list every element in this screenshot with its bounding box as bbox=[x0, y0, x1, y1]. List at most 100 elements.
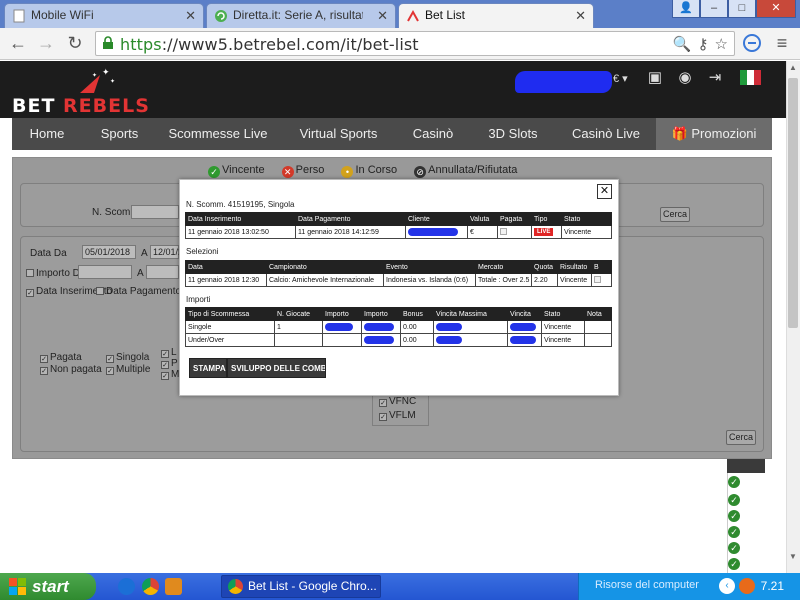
media-player-icon[interactable] bbox=[165, 578, 182, 595]
singola-filter[interactable]: ✓ Singola bbox=[106, 352, 149, 363]
start-button[interactable]: start bbox=[0, 573, 96, 600]
nav-sports[interactable]: Sports bbox=[82, 118, 157, 150]
nav-3d-slots[interactable]: 3D Slots bbox=[468, 118, 558, 150]
importo-da-input[interactable] bbox=[78, 265, 132, 279]
maximize-button[interactable]: □ bbox=[728, 0, 756, 18]
system-tray: Risorse del computer ‹ 7.21 bbox=[578, 573, 800, 600]
importo-a-input[interactable] bbox=[146, 265, 179, 279]
logout-icon[interactable]: ⇥ bbox=[706, 69, 724, 87]
col-header: Stato bbox=[561, 212, 612, 226]
multiple-filter[interactable]: ✓ Multiple bbox=[106, 364, 150, 375]
close-icon[interactable]: ✕ bbox=[575, 8, 586, 24]
non-pagata-filter[interactable]: ✓ Non pagata bbox=[40, 364, 102, 375]
cashier-icon[interactable]: ▣ bbox=[646, 69, 664, 87]
italian-flag-icon[interactable] bbox=[740, 70, 761, 85]
checkbox-checked[interactable]: ✓ bbox=[40, 367, 48, 375]
pagata-label: Pagata bbox=[50, 352, 82, 363]
cell-importo bbox=[361, 333, 401, 347]
checkbox-checked[interactable]: ✓ bbox=[161, 361, 169, 369]
chrome-icon[interactable] bbox=[142, 578, 159, 595]
nav-virtual-sports[interactable]: Virtual Sports bbox=[279, 118, 398, 150]
nav-casino[interactable]: Casinò bbox=[398, 118, 468, 150]
checkbox[interactable] bbox=[26, 269, 34, 277]
star-icon[interactable]: ☆ bbox=[715, 36, 728, 53]
extension-sync-icon[interactable] bbox=[742, 33, 762, 53]
internet-explorer-icon[interactable] bbox=[118, 578, 135, 595]
nav-promozioni-label: Promozioni bbox=[691, 126, 757, 141]
importo-da-filter[interactable]: Importo Da bbox=[26, 268, 85, 279]
nav-promozioni[interactable]: 🎁 Promozioni bbox=[656, 118, 772, 150]
nav-home[interactable]: Home bbox=[12, 118, 82, 150]
reload-icon[interactable]: ↻ bbox=[63, 33, 87, 54]
cell-giocate: 1 bbox=[274, 320, 323, 334]
check-icon: ✓ bbox=[728, 558, 740, 570]
cell-pagata bbox=[497, 225, 532, 239]
scroll-down-icon[interactable]: ▼ bbox=[786, 550, 800, 564]
logo-rebels: REBELS bbox=[63, 95, 150, 117]
checkbox[interactable] bbox=[96, 287, 104, 295]
tab-diretta[interactable]: Diretta.it: Serie A, risultati calcio ✕ bbox=[206, 3, 396, 28]
legend-label: In Corso bbox=[355, 164, 398, 176]
scrollbar-thumb[interactable] bbox=[788, 78, 798, 328]
tab-title: Diretta.it: Serie A, risultati calcio bbox=[233, 8, 363, 22]
importo-a-label: A bbox=[137, 268, 144, 279]
user-profile-icon[interactable]: 👤 bbox=[672, 0, 700, 18]
n-scomm-input[interactable] bbox=[131, 205, 179, 219]
tray-app-icon[interactable] bbox=[739, 578, 755, 594]
close-icon[interactable]: ✕ bbox=[377, 8, 388, 24]
currency-dropdown[interactable]: € ▾ bbox=[613, 72, 628, 85]
type-filter-p[interactable]: ✓ P bbox=[161, 358, 178, 369]
tab-mobile-wifi[interactable]: Mobile WiFi ✕ bbox=[4, 3, 204, 28]
back-arrow-icon[interactable]: ← bbox=[6, 33, 30, 54]
type-filter-m[interactable]: ✓ M bbox=[161, 369, 179, 380]
scroll-up-icon[interactable]: ▲ bbox=[786, 61, 800, 75]
checkbox-checked[interactable]: ✓ bbox=[379, 399, 387, 407]
address-bar[interactable]: https://www5.betrebel.com/it/bet-list 🔍 ⚷… bbox=[95, 31, 735, 56]
tray-text[interactable]: Risorse del computer bbox=[595, 579, 699, 591]
close-icon[interactable]: ✕ bbox=[185, 8, 196, 24]
cell-data-inserimento: 11 gennaio 2018 13:02:50 bbox=[185, 225, 296, 239]
menu-icon[interactable]: ≡ bbox=[770, 33, 794, 54]
tab-bet-list[interactable]: Bet List ✕ bbox=[398, 3, 594, 28]
data-da-input[interactable]: 05/01/2018 bbox=[82, 245, 136, 259]
zoom-icon[interactable]: 🔍 bbox=[673, 36, 692, 53]
checkbox-checked[interactable]: ✓ bbox=[26, 289, 34, 297]
checkbox-checked[interactable]: ✓ bbox=[40, 355, 48, 363]
filter-cerca-button[interactable]: Cerca bbox=[726, 430, 756, 445]
checkbox-checked[interactable]: ✓ bbox=[161, 372, 169, 380]
checkbox-checked[interactable]: ✓ bbox=[106, 355, 114, 363]
stampa-button[interactable]: STAMPA bbox=[189, 358, 227, 378]
cell-vincita-massima bbox=[433, 333, 508, 347]
checkbox-checked[interactable]: ✓ bbox=[379, 413, 387, 421]
legend-annullata: ⊘ Annullata/Rifiutata bbox=[414, 164, 517, 178]
type-filter-l[interactable]: ✓ L bbox=[161, 347, 177, 358]
account-icon[interactable]: ◉ bbox=[676, 69, 694, 87]
tray-expand-icon[interactable]: ‹ bbox=[719, 578, 735, 594]
cell-importo bbox=[322, 333, 362, 347]
vflm-filter[interactable]: ✓ VFLM bbox=[379, 410, 416, 421]
key-icon[interactable]: ⚷ bbox=[698, 36, 709, 53]
data-a-input[interactable]: 12/01/20 bbox=[150, 245, 188, 259]
data-pagamento-filter[interactable]: Data Pagamento bbox=[96, 286, 181, 297]
betrebels-favicon-icon bbox=[407, 9, 419, 22]
sviluppo-combinazioni-button[interactable]: SVILUPPO DELLE COMBINAZIONI bbox=[227, 358, 326, 378]
nav-scommesse-live[interactable]: Scommesse Live bbox=[157, 118, 279, 150]
window-close-button[interactable]: ✕ bbox=[756, 0, 796, 18]
cell-giocate bbox=[274, 333, 323, 347]
search-cerca-button[interactable]: Cerca bbox=[660, 207, 690, 222]
a-label: A bbox=[141, 248, 148, 259]
checkbox-checked[interactable]: ✓ bbox=[106, 367, 114, 375]
vfnc-filter[interactable]: ✓ VFNC bbox=[379, 396, 416, 407]
taskbar-chrome-window[interactable]: Bet List - Google Chro... bbox=[221, 575, 381, 598]
betrebels-logo[interactable]: ✦ ✦ ✦ BET REBELS bbox=[12, 65, 162, 117]
forward-arrow-icon[interactable]: → bbox=[34, 33, 58, 54]
nav-casino-live[interactable]: Casinò Live bbox=[558, 118, 654, 150]
col-header: Data Inserimento bbox=[185, 212, 296, 226]
col-header: Vincita bbox=[507, 307, 542, 321]
redacted-username[interactable] bbox=[515, 71, 612, 93]
modal-close-button[interactable]: ✕ bbox=[597, 184, 612, 199]
checkbox-checked[interactable]: ✓ bbox=[161, 350, 169, 358]
minimize-button[interactable]: – bbox=[700, 0, 728, 18]
url-scheme: https bbox=[120, 35, 162, 54]
pagata-filter[interactable]: ✓ Pagata bbox=[40, 352, 82, 363]
